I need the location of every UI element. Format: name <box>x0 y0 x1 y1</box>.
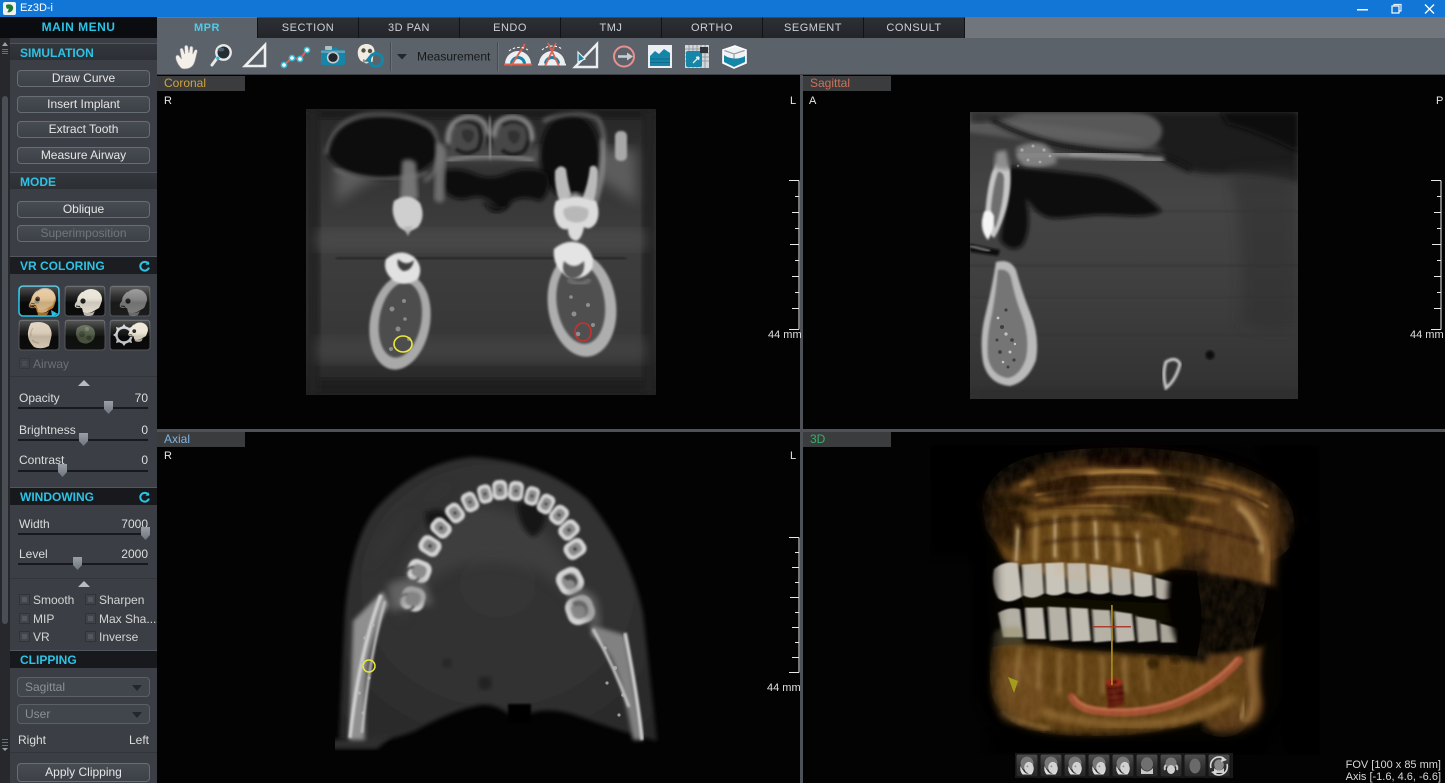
svg-text:Measurement: Measurement <box>417 50 491 64</box>
